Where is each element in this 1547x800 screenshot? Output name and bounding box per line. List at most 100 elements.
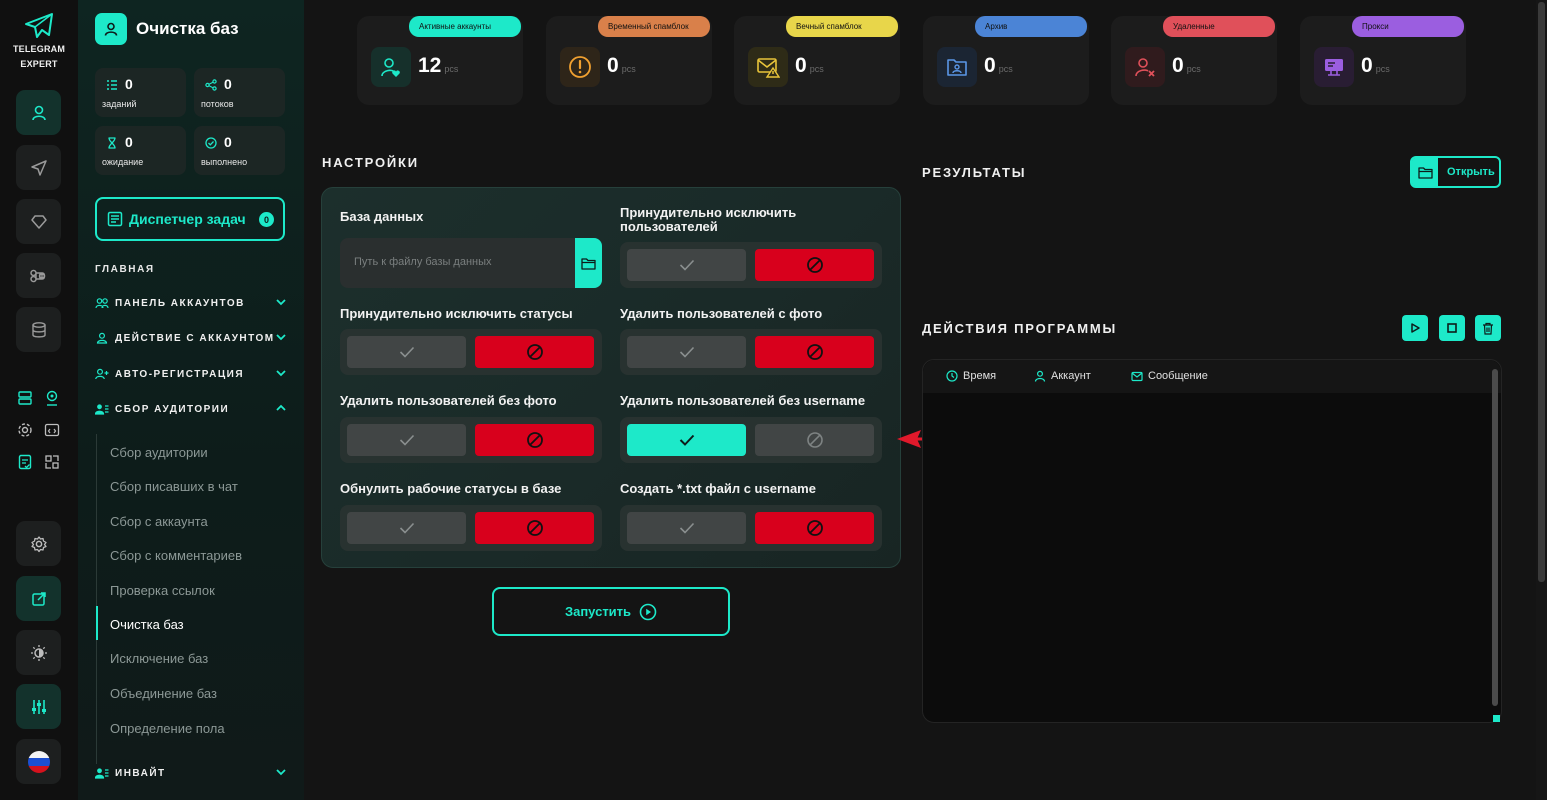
toggle-no-button[interactable] bbox=[755, 336, 874, 368]
play-icon bbox=[1411, 323, 1420, 333]
log-play-button[interactable] bbox=[1402, 315, 1428, 341]
log-resize-handle[interactable] bbox=[1493, 715, 1500, 722]
toggle-no-button[interactable] bbox=[475, 512, 594, 544]
toggle-no-button[interactable] bbox=[475, 424, 594, 456]
toggle-yes-button[interactable] bbox=[347, 424, 466, 456]
submenu-item[interactable]: Объединение баз bbox=[110, 686, 217, 701]
window-scrollbar[interactable] bbox=[1536, 0, 1547, 800]
column-time[interactable]: Время bbox=[946, 370, 996, 382]
card-tag: Архив bbox=[975, 16, 1087, 37]
database-path-field[interactable]: Путь к файлу базы данных bbox=[340, 238, 602, 288]
user-list-icon bbox=[95, 404, 109, 415]
block-icon bbox=[526, 520, 543, 536]
submenu-item[interactable]: Сбор писавших в чат bbox=[110, 479, 238, 494]
toggle-yes-button[interactable] bbox=[347, 512, 466, 544]
check-icon bbox=[679, 346, 694, 358]
option-label: Принудительно исключить пользователей bbox=[620, 205, 797, 234]
stat-label: выполнено bbox=[201, 157, 248, 167]
task-dispatcher-button[interactable]: Диспетчер задач 0 bbox=[95, 197, 285, 241]
rail-send-button[interactable] bbox=[16, 145, 61, 190]
toggle-yes-button[interactable] bbox=[627, 249, 746, 281]
clock-icon bbox=[946, 370, 958, 382]
card-active-accounts[interactable]: Активные аккаунты 12 pcs bbox=[357, 16, 523, 105]
option-label: Принудительно исключить статусы bbox=[340, 306, 573, 321]
rail-language-button[interactable] bbox=[16, 739, 61, 784]
rail-theme-button[interactable] bbox=[16, 630, 61, 675]
submenu-item[interactable]: Сбор аудитории bbox=[110, 445, 208, 460]
webcam-icon[interactable] bbox=[42, 388, 62, 408]
toggle-remove-without-username bbox=[620, 417, 882, 463]
column-message[interactable]: Сообщение bbox=[1131, 370, 1208, 382]
toggle-no-button[interactable] bbox=[475, 336, 594, 368]
proxy-icon bbox=[1314, 47, 1354, 87]
settings-icon bbox=[30, 535, 47, 552]
telegram-logo-icon bbox=[25, 13, 53, 38]
toggle-yes-button[interactable] bbox=[347, 336, 466, 368]
toggle-yes-button-active[interactable] bbox=[627, 424, 746, 456]
checklist-icon[interactable] bbox=[15, 452, 35, 472]
menu-accounts-panel[interactable]: ПАНЕЛЬ АККАУНТОВ bbox=[95, 293, 287, 313]
toggle-yes-button[interactable] bbox=[627, 512, 746, 544]
open-results-button[interactable]: Открыть bbox=[1410, 156, 1501, 188]
toggle-no-button[interactable] bbox=[755, 512, 874, 544]
window-scrollbar-thumb[interactable] bbox=[1538, 2, 1545, 582]
card-temp-spamblock[interactable]: Временный спамблок 0 pcs bbox=[546, 16, 712, 105]
submenu-item[interactable]: Сбор с комментариев bbox=[110, 548, 242, 563]
submenu-item[interactable]: Определение пола bbox=[110, 721, 225, 736]
card-proxy[interactable]: Прокси 0 pcs bbox=[1300, 16, 1466, 105]
rail-equalizer-button[interactable] bbox=[16, 684, 61, 729]
submenu-item[interactable]: Исключение баз bbox=[110, 651, 208, 666]
option-label: Обнулить рабочие статусы в базе bbox=[340, 481, 562, 496]
toggle-yes-button[interactable] bbox=[627, 336, 746, 368]
card-value: 0 bbox=[1361, 54, 1373, 77]
chevron-down-icon bbox=[276, 370, 286, 377]
rail-external-button[interactable] bbox=[16, 576, 61, 621]
code-window-icon[interactable] bbox=[42, 420, 62, 440]
toggle-no-button[interactable] bbox=[755, 249, 874, 281]
log-scrollbar[interactable] bbox=[1492, 369, 1498, 706]
card-value: 0 bbox=[795, 54, 807, 77]
card-archive[interactable]: Архив 0 pcs bbox=[923, 16, 1089, 105]
servers-icon[interactable] bbox=[15, 388, 35, 408]
block-icon bbox=[806, 344, 823, 360]
menu-invite[interactable]: ИНВАЙТ bbox=[95, 763, 287, 783]
tasks-icon bbox=[105, 78, 119, 92]
qr-scan-icon[interactable] bbox=[42, 452, 62, 472]
toggle-no-button[interactable] bbox=[755, 424, 874, 456]
rail-command-button[interactable] bbox=[16, 253, 61, 298]
submenu-item[interactable]: Проверка ссылок bbox=[110, 583, 215, 598]
card-value: 0 bbox=[607, 54, 619, 77]
sun-moon-icon bbox=[30, 644, 47, 661]
menu-account-actions[interactable]: ДЕЙСТВИЕ С АККАУНТОМ bbox=[95, 328, 287, 348]
run-button[interactable]: Запустить bbox=[492, 587, 730, 636]
log-clear-button[interactable] bbox=[1475, 315, 1501, 341]
column-label: Аккаунт bbox=[1051, 370, 1091, 382]
card-deleted[interactable]: Удаленные 0 pcs bbox=[1111, 16, 1277, 105]
card-unit: pcs bbox=[1186, 64, 1201, 74]
column-account[interactable]: Аккаунт bbox=[1034, 370, 1091, 382]
chevron-down-icon bbox=[276, 299, 286, 306]
rail-accounts-button[interactable] bbox=[16, 90, 61, 135]
card-value: 0 bbox=[1172, 54, 1184, 77]
submenu-item[interactable]: Сбор с аккаунта bbox=[110, 514, 208, 529]
log-stop-button[interactable] bbox=[1439, 315, 1465, 341]
database-label: База данных bbox=[340, 209, 424, 224]
user-list-icon bbox=[95, 768, 109, 779]
menu-label: ИНВАЙТ bbox=[115, 767, 166, 779]
card-unit: pcs bbox=[1375, 64, 1390, 74]
card-value-row: 0 pcs bbox=[795, 54, 824, 78]
card-perm-spamblock[interactable]: Вечный спамблок 0 pcs bbox=[734, 16, 900, 105]
rail-premium-button[interactable] bbox=[16, 199, 61, 244]
column-label: Сообщение bbox=[1148, 370, 1208, 382]
side-panel: Очистка баз 0 заданий 0 потоков 0 ожидан… bbox=[78, 0, 304, 800]
chevron-down-icon bbox=[276, 769, 286, 776]
menu-auto-registration[interactable]: АВТО-РЕГИСТРАЦИЯ bbox=[95, 364, 287, 384]
menu-audience-collection[interactable]: СБОР АУДИТОРИИ bbox=[95, 399, 287, 419]
browse-folder-button[interactable] bbox=[575, 238, 602, 288]
submenu-item-active[interactable]: Очистка баз bbox=[110, 617, 184, 632]
app-logo: TELEGRAM EXPERT bbox=[0, 12, 78, 70]
gear-small-icon[interactable] bbox=[15, 420, 35, 440]
rail-database-button[interactable] bbox=[16, 307, 61, 352]
toggle-exclude-users bbox=[620, 242, 882, 288]
rail-settings-button[interactable] bbox=[16, 521, 61, 566]
